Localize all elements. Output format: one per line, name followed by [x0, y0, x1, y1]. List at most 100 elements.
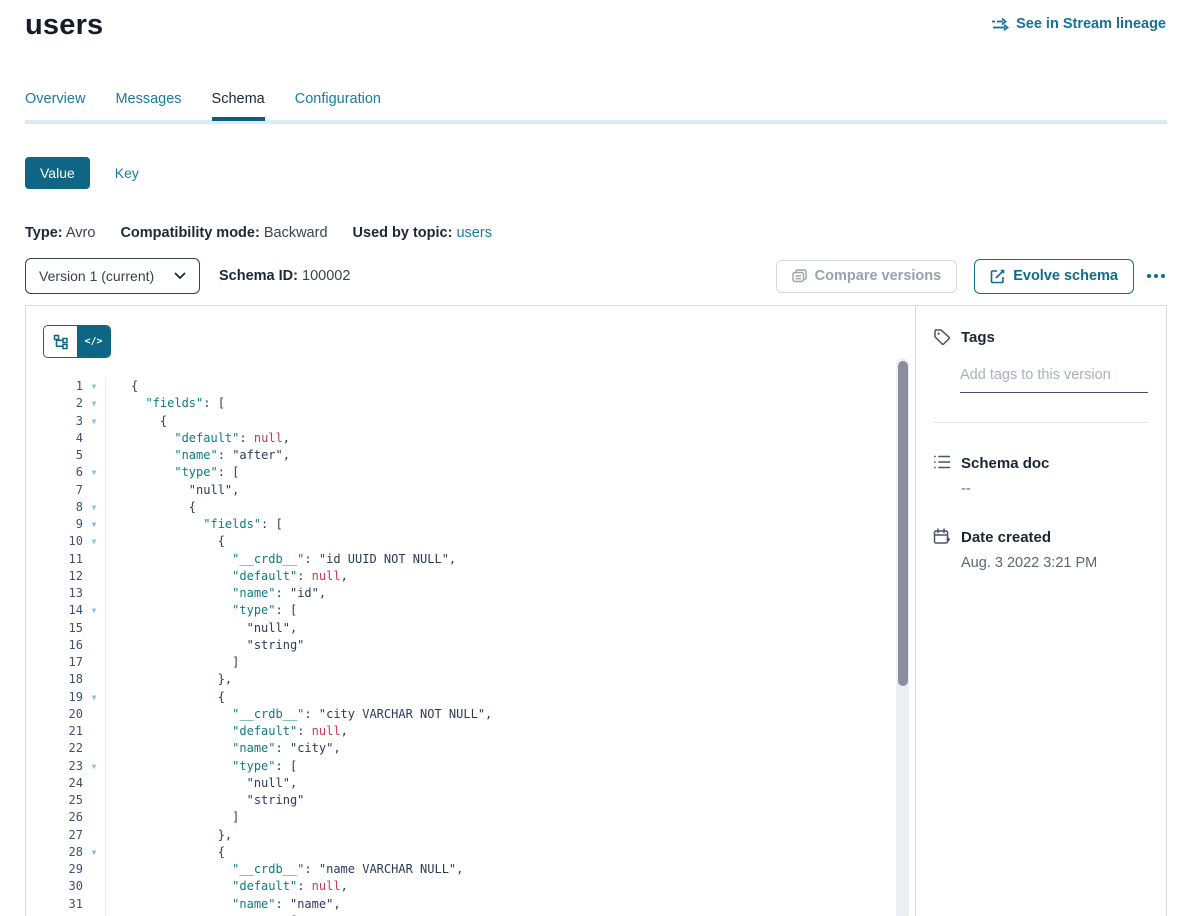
- line-number: 19: [26, 689, 83, 706]
- date-created-heading: Date created: [961, 529, 1051, 546]
- compatibility-meta: Compatibility mode: Backward: [120, 225, 327, 241]
- fold-toggle-icon[interactable]: ▼: [83, 516, 105, 533]
- code-text: "type": [: [106, 758, 297, 775]
- code-line: 10▼ {: [26, 533, 891, 550]
- line-number: 15: [26, 620, 83, 637]
- line-number: 21: [26, 723, 83, 740]
- key-toggle-button[interactable]: Key: [115, 165, 139, 181]
- code-text: "name": "city",: [106, 740, 341, 757]
- editor-scrollbar-track[interactable]: [896, 358, 909, 916]
- code-text: "fields": [: [106, 516, 283, 533]
- code-line: 2▼ "fields": [: [26, 395, 891, 412]
- add-tags-input[interactable]: [960, 365, 1148, 393]
- code-text: "__crdb__": "id UUID NOT NULL",: [106, 551, 456, 568]
- code-line: 24 "null",: [26, 775, 891, 792]
- code-line: 11 "__crdb__": "id UUID NOT NULL",: [26, 551, 891, 568]
- version-selected-value: Version 1 (current): [39, 268, 154, 284]
- code-line: 1▼{: [26, 378, 891, 395]
- code-line: 5 "name": "after",: [26, 447, 891, 464]
- code-text: },: [106, 827, 232, 844]
- schema-code-editor[interactable]: 1▼{2▼ "fields": [3▼ {4 "default": null,5…: [26, 378, 891, 916]
- edit-icon: [990, 269, 1005, 284]
- compare-versions-button[interactable]: Compare versions: [776, 260, 958, 293]
- line-number: 6: [26, 464, 83, 481]
- tags-section-heading: Tags: [933, 328, 1148, 346]
- code-text: "type": [: [106, 464, 239, 481]
- line-number: 4: [26, 430, 83, 447]
- see-in-stream-lineage-link[interactable]: See in Stream lineage: [992, 16, 1166, 32]
- tab-configuration[interactable]: Configuration: [295, 91, 381, 121]
- code-text: {: [106, 413, 167, 430]
- editor-scrollbar-thumb[interactable]: [898, 361, 908, 686]
- line-number: 13: [26, 585, 83, 602]
- code-text: "type": [: [106, 602, 297, 619]
- fold-toggle-icon[interactable]: ▼: [83, 395, 105, 412]
- fold-toggle-icon[interactable]: ▼: [83, 499, 105, 516]
- line-number: 20: [26, 706, 83, 723]
- schema-side-panel: Tags Schema doc --: [916, 306, 1166, 916]
- tree-view-button[interactable]: [44, 326, 77, 357]
- schema-controls-row: Version 1 (current) Schema ID: 100002 Co…: [25, 258, 1167, 294]
- fold-toggle-icon[interactable]: ▼: [83, 758, 105, 775]
- code-line: 31 "name": "name",: [26, 896, 891, 913]
- line-number: 12: [26, 568, 83, 585]
- code-text: "default": null,: [106, 430, 290, 447]
- code-line: 7 "null",: [26, 482, 891, 499]
- page-header: users See in Stream lineage: [25, 0, 1167, 46]
- version-select[interactable]: Version 1 (current): [25, 258, 200, 294]
- code-text: ]: [106, 809, 239, 826]
- subject-toggle: Value Key: [25, 157, 1167, 189]
- lineage-link-label: See in Stream lineage: [1016, 16, 1166, 32]
- line-number: 3: [26, 413, 83, 430]
- value-toggle-button[interactable]: Value: [25, 157, 90, 189]
- code-view-icon: </>: [84, 336, 102, 347]
- fold-toggle-icon[interactable]: ▼: [83, 378, 105, 395]
- code-line: 15 "null",: [26, 620, 891, 637]
- tab-messages[interactable]: Messages: [115, 91, 181, 121]
- evolve-schema-label: Evolve schema: [1013, 268, 1118, 284]
- compatibility-label: Compatibility mode:: [120, 225, 259, 241]
- compare-versions-label: Compare versions: [815, 268, 942, 284]
- fold-toggle-icon[interactable]: ▼: [83, 602, 105, 619]
- fold-toggle-icon[interactable]: ▼: [83, 413, 105, 430]
- more-options-button[interactable]: [1145, 268, 1167, 284]
- code-line: 26 ]: [26, 809, 891, 826]
- evolve-schema-button[interactable]: Evolve schema: [974, 259, 1134, 294]
- schema-id-label: Schema ID:: [219, 268, 298, 284]
- code-line: 22 "name": "city",: [26, 740, 891, 757]
- line-number: 26: [26, 809, 83, 826]
- code-line: 3▼ {: [26, 413, 891, 430]
- code-line: 9▼ "fields": [: [26, 516, 891, 533]
- code-text: {: [106, 378, 138, 395]
- code-line: 17 ]: [26, 654, 891, 671]
- date-created-section: Date created Aug. 3 2022 3:21 PM: [933, 528, 1148, 571]
- code-text: },: [106, 671, 232, 688]
- calendar-add-icon: [933, 528, 951, 546]
- code-view-button[interactable]: </>: [77, 326, 110, 357]
- fold-toggle-icon[interactable]: ▼: [83, 533, 105, 550]
- tab-schema[interactable]: Schema: [212, 91, 265, 121]
- type-value: Avro: [66, 225, 96, 241]
- code-line: 21 "default": null,: [26, 723, 891, 740]
- code-text: "null",: [106, 482, 239, 499]
- line-number: 28: [26, 844, 83, 861]
- topic-link[interactable]: users: [456, 225, 491, 241]
- line-number: 22: [26, 740, 83, 757]
- topic-label: Used by topic:: [353, 225, 453, 241]
- line-number: 16: [26, 637, 83, 654]
- code-line: 27 },: [26, 827, 891, 844]
- line-number: 10: [26, 533, 83, 550]
- ellipsis-icon: [1154, 274, 1158, 278]
- code-text: "null",: [106, 620, 297, 637]
- code-line: 19▼ {: [26, 689, 891, 706]
- code-line: 23▼ "type": [: [26, 758, 891, 775]
- line-number: 2: [26, 395, 83, 412]
- code-line: 13 "name": "id",: [26, 585, 891, 602]
- fold-toggle-icon[interactable]: ▼: [83, 689, 105, 706]
- tags-heading: Tags: [961, 329, 995, 346]
- line-number: 1: [26, 378, 83, 395]
- tab-overview[interactable]: Overview: [25, 91, 85, 121]
- type-meta: Type: Avro: [25, 225, 95, 241]
- fold-toggle-icon[interactable]: ▼: [83, 844, 105, 861]
- fold-toggle-icon[interactable]: ▼: [83, 464, 105, 481]
